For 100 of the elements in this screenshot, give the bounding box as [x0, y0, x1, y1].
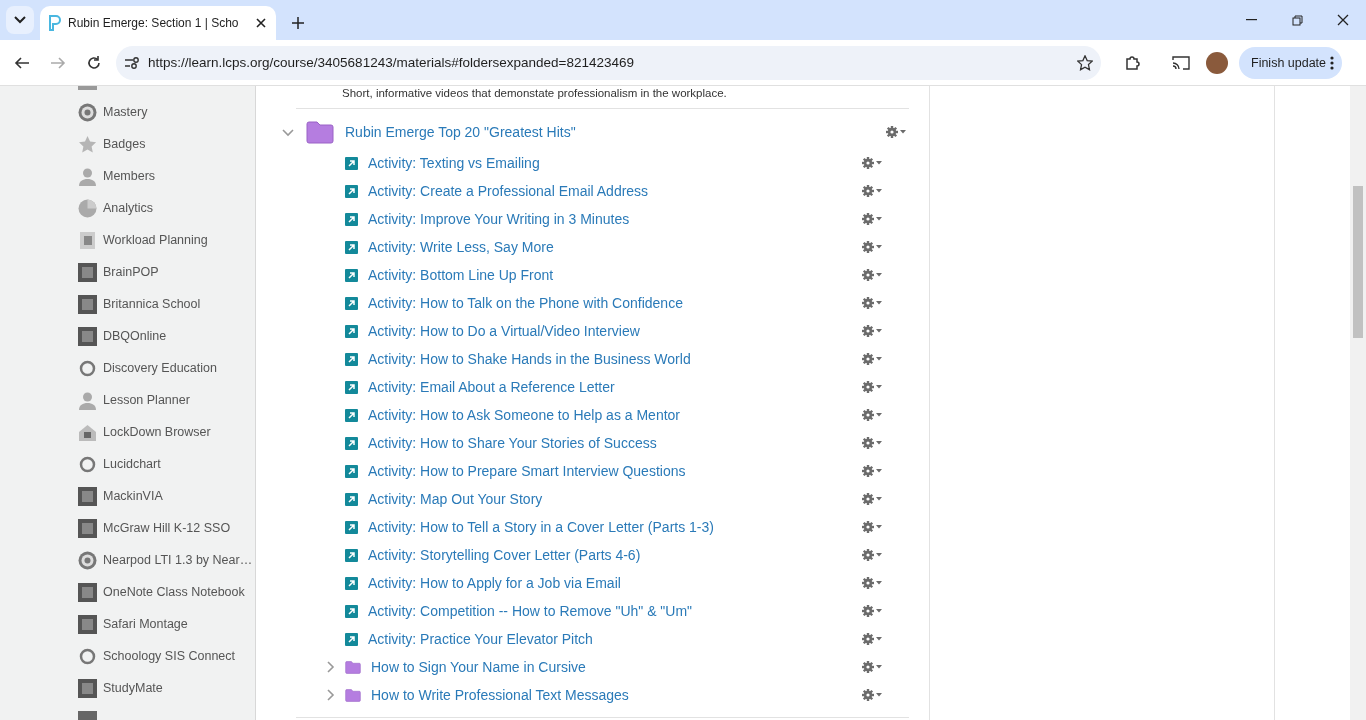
settings-button[interactable] — [861, 435, 885, 451]
settings-button[interactable] — [861, 631, 885, 647]
external-link-icon — [345, 268, 358, 282]
sidebar-item[interactable]: BrainPOP — [78, 256, 255, 288]
sidebar-item[interactable]: OneNote Class Notebook — [78, 576, 255, 608]
external-link-icon — [345, 296, 358, 310]
activity-link[interactable]: Activity: Bottom Line Up Front — [368, 267, 554, 283]
activity-link[interactable]: Activity: Email About a Reference Letter — [368, 379, 615, 395]
activity-link[interactable]: Activity: How to Prepare Smart Interview Questions — [368, 463, 686, 479]
settings-button[interactable] — [861, 519, 885, 535]
activity-link[interactable]: Activity: Storytelling Cover Letter (Parts 4-6) — [368, 547, 641, 563]
settings-button[interactable] — [861, 603, 885, 619]
settings-button[interactable] — [885, 124, 909, 140]
finish-update-button[interactable]: Finish update — [1239, 46, 1343, 79]
activity-link[interactable]: Activity: Map Out Your Story — [368, 491, 543, 507]
address-bar[interactable]: https://learn.lcps.org/course/3405681243/materials#foldersexpanded=821423469 — [116, 45, 1101, 80]
activity-link[interactable]: Activity: How to Share Your Stories of Success — [368, 435, 657, 451]
sidebar-item[interactable]: Lesson Planner — [78, 384, 255, 416]
activity-link[interactable]: Activity: Improve Your Writing in 3 Minutes — [368, 211, 630, 227]
gear-icon — [861, 576, 885, 590]
chevron-right-icon[interactable] — [324, 689, 336, 701]
sidebar-item[interactable]: LockDown Browser — [78, 416, 255, 448]
external-link-icon — [345, 436, 358, 450]
settings-button[interactable] — [861, 267, 885, 283]
sidebar-item[interactable]: DBQOnline — [78, 320, 255, 352]
activity-link[interactable]: Activity: How to Apply for a Job via Email — [368, 575, 621, 591]
app-tile-icon — [78, 614, 97, 634]
folder-link[interactable]: Rubin Emerge Top 20 "Greatest Hits" — [345, 124, 576, 140]
settings-button[interactable] — [861, 183, 885, 199]
settings-button[interactable] — [861, 295, 885, 311]
gear-icon — [861, 436, 885, 450]
more-icon — [1330, 55, 1335, 70]
sidebar-item[interactable]: Analytics — [78, 192, 255, 224]
settings-button[interactable] — [861, 491, 885, 507]
settings-button[interactable] — [861, 407, 885, 423]
sidebar-item[interactable]: StudyMate — [78, 672, 255, 704]
external-link-icon — [345, 492, 358, 506]
sidebar-item[interactable]: Nearpod LTI 1.3 by Near… — [78, 544, 255, 576]
sidebar-item[interactable]: MackinVIA — [78, 480, 255, 512]
sidebar-item[interactable]: Discovery Education — [78, 352, 255, 384]
sidebar-item[interactable]: Safari Montage — [78, 608, 255, 640]
notebook-icon — [78, 230, 97, 250]
scrollbar[interactable] — [1350, 86, 1366, 720]
forward-arrow-icon — [50, 54, 66, 71]
app-tile-icon — [78, 326, 97, 346]
settings-button[interactable] — [861, 547, 885, 563]
gear-icon — [861, 352, 885, 366]
activity-link[interactable]: Activity: Write Less, Say More — [368, 239, 554, 255]
gear-icon — [861, 688, 885, 702]
tab-search-button[interactable] — [6, 6, 34, 34]
folder-link[interactable]: How to Write Professional Text Messages — [371, 687, 629, 703]
activity-link[interactable]: Activity: How to Do a Virtual/Video Interview — [368, 323, 640, 339]
browser-tab[interactable]: Rubin Emerge: Section 1 | Scho — [40, 6, 276, 40]
gear-icon — [861, 492, 885, 506]
app-tile-icon — [78, 678, 97, 698]
sidebar-item[interactable]: Britannica School — [78, 288, 255, 320]
activity-link[interactable]: Activity: How to Ask Someone to Help as a Mentor — [368, 407, 681, 423]
plus-icon — [292, 17, 304, 29]
settings-button[interactable] — [861, 575, 885, 591]
settings-button[interactable] — [861, 155, 885, 171]
activity-link[interactable]: Activity: Practice Your Elevator Pitch — [368, 631, 593, 647]
gear-icon — [861, 296, 885, 310]
sidebar-item[interactable]: Badges — [78, 128, 255, 160]
site-settings-icon[interactable] — [124, 55, 140, 70]
external-link-icon — [345, 632, 358, 646]
chevron-down-icon[interactable] — [282, 126, 294, 138]
external-link-icon — [345, 156, 358, 170]
sidebar-item[interactable]: Lucidchart — [78, 448, 255, 480]
sidebar-item[interactable]: McGraw Hill K-12 SSO — [78, 512, 255, 544]
folder-link[interactable]: How to Sign Your Name in Cursive — [371, 659, 586, 675]
settings-button[interactable] — [861, 351, 885, 367]
person-icon — [78, 166, 97, 186]
external-link-icon — [345, 324, 358, 338]
target-icon — [78, 550, 97, 570]
settings-button[interactable] — [861, 659, 885, 675]
settings-button[interactable] — [861, 239, 885, 255]
close-icon — [1337, 14, 1349, 26]
activity-link[interactable]: Activity: How to Talk on the Phone with Confidence — [368, 295, 683, 311]
ring-icon — [78, 646, 97, 666]
settings-button[interactable] — [861, 379, 885, 395]
settings-button[interactable] — [861, 323, 885, 339]
chevron-right-icon[interactable] — [324, 661, 336, 673]
tab-favicon-icon — [48, 15, 62, 31]
activity-link[interactable]: Activity: Competition -- How to Remove "Uh" & "Um" — [368, 603, 693, 619]
sidebar-item[interactable]: Mastery — [78, 96, 255, 128]
gear-icon — [861, 408, 885, 422]
activity-link[interactable]: Activity: How to Shake Hands in the Business World — [368, 351, 691, 367]
gear-icon — [885, 125, 909, 139]
star-icon[interactable] — [1077, 54, 1093, 71]
settings-button[interactable] — [861, 463, 885, 479]
activity-link[interactable]: Activity: Create a Professional Email Address — [368, 183, 649, 199]
app-tile-icon — [78, 262, 97, 282]
activity-link[interactable]: Activity: Texting vs Emailing — [368, 155, 540, 171]
star-icon — [78, 134, 97, 154]
settings-button[interactable] — [861, 687, 885, 703]
sidebar-item[interactable]: Workload Planning — [78, 224, 255, 256]
activity-link[interactable]: Activity: How to Tell a Story in a Cover Letter (Parts 1-3) — [368, 519, 714, 535]
sidebar-item[interactable]: Schoology SIS Connect — [78, 640, 255, 672]
settings-button[interactable] — [861, 211, 885, 227]
sidebar-item[interactable]: Members — [78, 160, 255, 192]
